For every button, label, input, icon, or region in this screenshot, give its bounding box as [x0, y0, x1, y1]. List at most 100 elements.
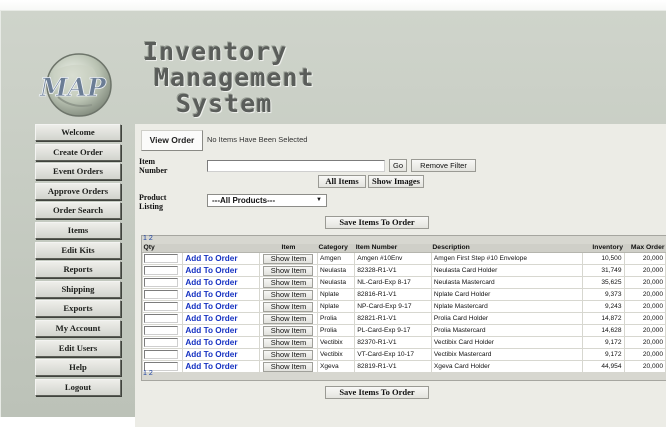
- max-order-cell: 20,000: [623, 336, 666, 349]
- nav-create-order[interactable]: Create Order: [35, 143, 121, 161]
- add-to-order-link[interactable]: Add To Order: [185, 338, 237, 347]
- table-row: Add To Order Show Item Vectibix 82370-R1-V1…: [141, 336, 666, 349]
- category-cell: Prolia: [316, 324, 356, 337]
- description-cell: Xgeva Card Holder: [430, 360, 584, 373]
- add-to-order-link[interactable]: Add To Order: [185, 278, 237, 287]
- qty-cell: [141, 348, 184, 361]
- table-row: Add To Order Show Item Nplate NP-Card-Exp 9…: [141, 300, 666, 313]
- product-listing-select[interactable]: ---All Products--- ▼: [207, 194, 327, 207]
- add-to-order-link[interactable]: Add To Order: [185, 314, 237, 323]
- go-button[interactable]: Go: [389, 159, 407, 172]
- save-items-top-button[interactable]: Save Items To Order: [325, 216, 429, 229]
- qty-input[interactable]: [144, 350, 178, 359]
- max-order-cell: 20,000: [623, 348, 666, 361]
- qty-cell: [141, 300, 184, 313]
- category-cell: Vectibix: [316, 348, 356, 361]
- category-cell: Prolia: [316, 312, 356, 325]
- all-items-button[interactable]: All Items: [318, 175, 366, 188]
- save-items-bottom-button[interactable]: Save Items To Order: [325, 386, 429, 399]
- nav-items[interactable]: Items: [35, 221, 121, 239]
- qty-cell: [141, 288, 184, 301]
- add-to-order-link[interactable]: Add To Order: [185, 254, 237, 263]
- qty-input[interactable]: [144, 302, 178, 311]
- page-link-1-bottom[interactable]: 1: [143, 370, 147, 377]
- page-link-2-bottom[interactable]: 2: [149, 370, 153, 377]
- add-to-order-link[interactable]: Add To Order: [185, 326, 237, 335]
- nav-reports[interactable]: Reports: [35, 261, 121, 279]
- qty-input[interactable]: [144, 254, 178, 263]
- title-line-3: System: [176, 89, 273, 118]
- qty-input[interactable]: [144, 290, 178, 299]
- nav-logout[interactable]: Logout: [35, 378, 121, 396]
- show-cell: Show Item: [259, 300, 318, 313]
- show-item-button[interactable]: Show Item: [263, 277, 314, 288]
- item-number-cell: 82821-R1-V1: [354, 312, 432, 325]
- qty-input[interactable]: [144, 278, 178, 287]
- nav-help[interactable]: Help: [35, 359, 121, 377]
- description-cell: Nplate Card Holder: [430, 288, 584, 301]
- view-order-button[interactable]: View Order: [141, 130, 203, 151]
- show-item-button[interactable]: Show Item: [263, 361, 314, 372]
- page-link-2[interactable]: 2: [149, 235, 153, 242]
- description-cell: Nplate Mastercard: [430, 300, 584, 313]
- add-to-order-link[interactable]: Add To Order: [185, 290, 237, 299]
- show-item-button[interactable]: Show Item: [263, 265, 314, 276]
- show-cell: Show Item: [259, 324, 318, 337]
- item-number-cell: PL-Card-Exp 9-17: [354, 324, 432, 337]
- item-number-label-line2: Number: [139, 166, 168, 175]
- max-order-cell: 20,000: [623, 264, 666, 277]
- add-cell: Add To Order: [182, 324, 260, 337]
- qty-input[interactable]: [144, 314, 178, 323]
- description-cell: Neulasta Mastercard: [430, 276, 584, 289]
- category-cell: Xgeva: [316, 360, 356, 373]
- show-item-button[interactable]: Show Item: [263, 349, 314, 360]
- add-to-order-link[interactable]: Add To Order: [185, 266, 237, 275]
- table-row: Add To Order Show Item Amgen Amgen #10Env Am…: [141, 252, 666, 265]
- remove-filter-button[interactable]: Remove Filter: [411, 159, 476, 172]
- show-cell: Show Item: [259, 312, 318, 325]
- show-item-button[interactable]: Show Item: [263, 337, 314, 348]
- title-line-2: Management: [154, 63, 315, 92]
- nav-approve-orders[interactable]: Approve Orders: [35, 182, 121, 200]
- max-order-cell: 20,000: [623, 288, 666, 301]
- max-order-cell: 20,000: [623, 276, 666, 289]
- inventory-cell: 9,243: [582, 300, 625, 313]
- category-cell: Amgen: [316, 252, 356, 265]
- show-cell: Show Item: [259, 288, 318, 301]
- inventory-cell: 9,172: [582, 336, 625, 349]
- qty-input[interactable]: [144, 326, 178, 335]
- qty-input[interactable]: [144, 266, 178, 275]
- add-to-order-link[interactable]: Add To Order: [185, 350, 237, 359]
- max-order-cell: 20,000: [623, 360, 666, 373]
- nav-event-orders[interactable]: Event Orders: [35, 163, 121, 181]
- page-link-1[interactable]: 1: [143, 235, 147, 242]
- add-to-order-link[interactable]: Add To Order: [185, 362, 237, 371]
- inventory-cell: 35,625: [582, 276, 625, 289]
- show-item-button[interactable]: Show Item: [263, 325, 314, 336]
- table-row: Add To Order Show Item Vectibix VT-Card-Exp…: [141, 348, 666, 361]
- pager-bottom: 12: [143, 370, 155, 377]
- show-item-button[interactable]: Show Item: [263, 313, 314, 324]
- qty-input[interactable]: [144, 338, 178, 347]
- nav-welcome[interactable]: Welcome: [35, 124, 121, 141]
- app-window: MAP Inventory Management System Welcome …: [0, 10, 666, 427]
- show-item-button[interactable]: Show Item: [263, 253, 314, 264]
- inventory-cell: 14,628: [582, 324, 625, 337]
- qty-cell: [141, 252, 184, 265]
- show-item-button[interactable]: Show Item: [263, 289, 314, 300]
- header-inventory: Inventory: [582, 244, 625, 253]
- show-images-button[interactable]: Show Images: [368, 175, 424, 188]
- nav-exports[interactable]: Exports: [35, 300, 121, 318]
- header-add: [182, 244, 260, 253]
- nav-my-account[interactable]: My Account: [35, 319, 121, 337]
- qty-cell: [141, 324, 184, 337]
- header-max-order: Max Order: [624, 244, 666, 253]
- add-to-order-link[interactable]: Add To Order: [185, 302, 237, 311]
- max-order-cell: 20,000: [623, 300, 666, 313]
- nav-edit-kits[interactable]: Edit Kits: [35, 241, 121, 259]
- show-item-button[interactable]: Show Item: [263, 301, 314, 312]
- nav-order-search[interactable]: Order Search: [35, 202, 121, 220]
- nav-shipping[interactable]: Shipping: [35, 280, 121, 298]
- item-number-input[interactable]: [207, 160, 385, 172]
- nav-edit-users[interactable]: Edit Users: [35, 339, 121, 357]
